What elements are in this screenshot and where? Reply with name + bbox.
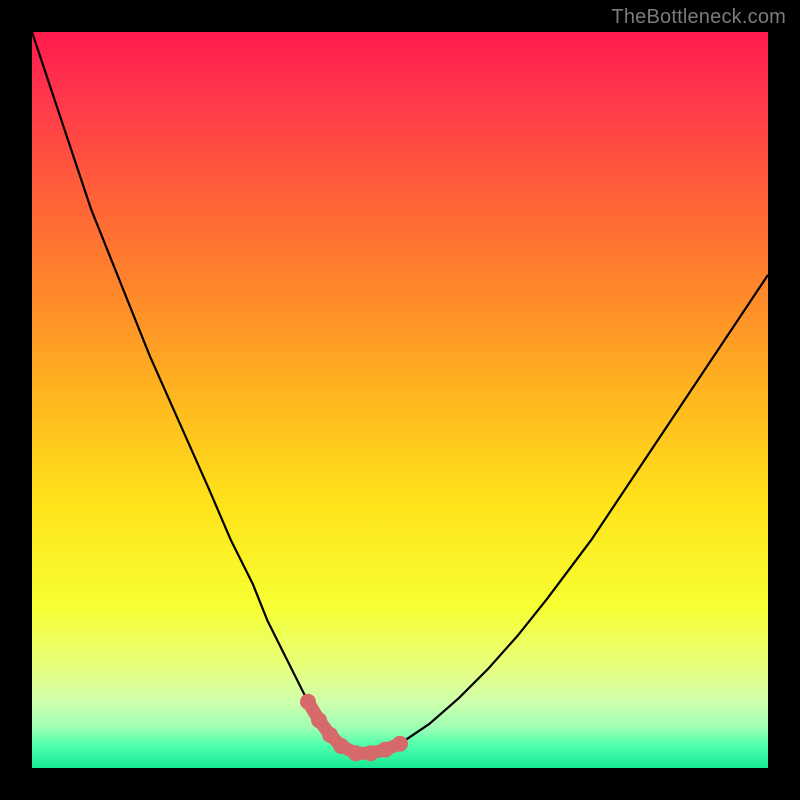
optimal-marker-dot: [377, 742, 393, 758]
optimal-marker-dot: [392, 736, 408, 752]
chart-frame: TheBottleneck.com: [0, 0, 800, 800]
optimal-marker-dot: [348, 745, 364, 761]
bottleneck-chart: [32, 32, 768, 768]
optimal-marker-dot: [300, 694, 316, 710]
optimal-marker-dot: [363, 745, 379, 761]
optimal-marker-dot: [311, 712, 327, 728]
gradient-background: [32, 32, 768, 768]
optimal-marker-dot: [333, 738, 349, 754]
plot-area: [32, 32, 768, 768]
watermark-text: TheBottleneck.com: [611, 6, 786, 29]
